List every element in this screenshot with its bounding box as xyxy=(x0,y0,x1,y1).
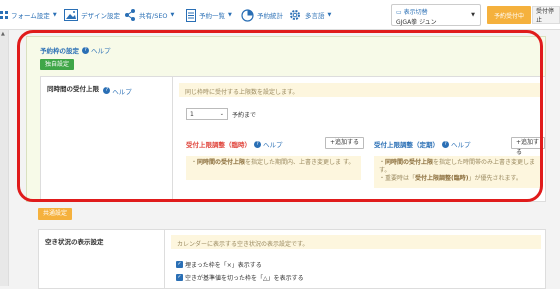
scrollbar[interactable]: ▲ xyxy=(0,30,9,286)
note-bold: 同時間の受付上限 xyxy=(197,159,246,166)
nav-label: 予約統計 xyxy=(257,12,283,20)
question-icon: ? xyxy=(82,46,89,54)
section-title: 予約枠の設定 ? ヘルプ xyxy=(40,45,111,55)
note2-rest: 」が優先されます。 xyxy=(468,175,522,182)
monitor-icon: ▭ xyxy=(396,9,402,16)
nav-label: デザイン設定 xyxy=(81,12,120,20)
nav-label: 共有/SEO xyxy=(139,12,168,20)
user-name: GJGA拳 ジュン xyxy=(396,19,437,26)
display-switch-label: 表示切替 xyxy=(403,9,428,16)
help-text: ヘルプ xyxy=(91,47,111,55)
share-icon xyxy=(124,9,136,21)
section-title-text: 予約枠の設定 xyxy=(40,47,79,55)
checkbox-checked-icon: ✓ xyxy=(176,261,183,268)
concurrent-limit-note: 同じ枠時に受付する上限数を設定します。 xyxy=(179,83,541,97)
select-suffix: 予約まで xyxy=(232,112,257,119)
select-value: 1 xyxy=(190,111,194,118)
main-content: 予約枠の設定 ? ヘルプ 独自設定 同時間の受付上限 ? ヘルプ 同じ枠時に受付… xyxy=(26,30,560,289)
note-rest: を指定した期間内、上書き変更しま す。 xyxy=(245,159,355,166)
availability-display-row: 空き状況の表示設定 カレンダーに表示する空き状況の表示設定です。 ✓ 埋まった枠… xyxy=(38,229,546,289)
note2-bold: 受付上限調整(臨時) xyxy=(415,175,469,182)
availability-label: 空き状況の表示設定 xyxy=(45,238,104,246)
help-link[interactable]: ? ヘルプ xyxy=(254,139,283,149)
nav-label: 多言語 xyxy=(305,12,325,20)
add-temp-adjustment-button[interactable]: +追加する xyxy=(325,137,365,149)
temp-adjustment-title-text: 受付上限調整（臨時） xyxy=(186,141,251,149)
help-text: ヘルプ xyxy=(451,141,471,149)
temp-adjustment-title: 受付上限調整（臨時） ? ヘルプ xyxy=(186,139,283,149)
chevron-down-icon: ▼ xyxy=(471,12,475,18)
pie-chart-icon xyxy=(241,8,254,22)
chevron-down-icon: ⌄ xyxy=(219,111,224,117)
document-icon xyxy=(186,8,196,22)
help-link[interactable]: ? ヘルプ xyxy=(82,45,111,55)
checkbox-filled-slots[interactable]: ✓ 埋まった枠を「×」表示する xyxy=(176,260,262,269)
nav-form-settings[interactable]: フォーム設定 ▼ xyxy=(0,6,57,24)
image-icon xyxy=(64,9,78,21)
add-regular-adjustment-button[interactable]: +追加する xyxy=(511,137,545,156)
chevron-down-icon: ▼ xyxy=(170,12,175,18)
chevron-down-icon: ▼ xyxy=(228,12,232,18)
question-icon: ? xyxy=(442,140,449,148)
note2-prefix: ・重要時は「 xyxy=(379,175,416,182)
concurrent-limit-row: 同時間の受付上限 ? ヘルプ 同じ枠時に受付する上限数を設定します。 1 ⌄ 予… xyxy=(40,76,546,202)
gear-icon xyxy=(288,8,302,22)
display-switch-dropdown[interactable]: ▭ 表示切替 GJGA拳 ジュン ▼ xyxy=(391,4,481,26)
accepting-reservations-button[interactable]: 予約受付中 xyxy=(487,6,531,24)
availability-label-cell: 空き状況の表示設定 xyxy=(39,230,165,288)
common-settings-button[interactable]: 共通設定 xyxy=(38,208,73,220)
checkbox-label: 空きが基準値を切った枠を「△」を表示する xyxy=(185,275,304,282)
nav-reservation-list[interactable]: 予約一覧 ▼ xyxy=(186,6,232,24)
question-icon: ? xyxy=(254,140,261,148)
nav-multilingual[interactable]: 多言語 ▼ xyxy=(288,6,331,24)
help-text: ヘルプ xyxy=(263,141,283,149)
nav-label: フォーム設定 xyxy=(11,12,50,20)
temp-adjustment-note: ・同時間の受付上限を指定した期間内、上書き変更しま す。 xyxy=(186,156,361,180)
top-navigation-bar: フォーム設定 ▼ デザイン設定 共有/SEO ▼ 予約一覧 ▼ 予約統計 多言語… xyxy=(0,0,560,30)
stop-accepting-button[interactable]: 受付停止 xyxy=(532,6,560,24)
checkbox-low-availability[interactable]: ✓ 空きが基準値を切った枠を「△」を表示する xyxy=(176,273,304,282)
nav-label: 予約一覧 xyxy=(199,12,225,20)
concurrent-limit-label: 同時間の受付上限 xyxy=(47,85,99,93)
concurrent-limit-select[interactable]: 1 ⌄ xyxy=(186,108,228,120)
chevron-down-icon: ▼ xyxy=(52,12,57,18)
reservation-slot-panel: 予約枠の設定 ? ヘルプ 独自設定 同時間の受付上限 ? ヘルプ 同じ枠時に受付… xyxy=(26,36,546,202)
independent-settings-button[interactable]: 独自設定 xyxy=(40,59,75,70)
nav-reservation-stats[interactable]: 予約統計 xyxy=(241,6,283,24)
help-link[interactable]: ? ヘルプ xyxy=(103,86,132,96)
scroll-up-icon: ▲ xyxy=(1,31,5,37)
grid-icon xyxy=(0,11,8,19)
note-bold: 同時間の受付上限 xyxy=(385,159,434,166)
availability-note: カレンダーに表示する空き状況の表示設定です。 xyxy=(171,235,541,249)
regular-adjustment-title-text: 受付上限調整（定期） xyxy=(374,141,439,149)
nav-design-settings[interactable]: デザイン設定 xyxy=(64,6,120,24)
help-link[interactable]: ? ヘルプ xyxy=(442,139,471,149)
regular-adjustment-title: 受付上限調整（定期） ? ヘルプ xyxy=(374,139,471,149)
checkbox-checked-icon: ✓ xyxy=(176,274,183,281)
regular-adjustment-note: ・同時間の受付上限を指定した時間帯のみ上書き変更しま す。 ・重要時は「受付上限… xyxy=(374,156,542,188)
checkbox-label: 埋まった枠を「×」表示する xyxy=(185,262,262,269)
concurrent-limit-label-cell: 同時間の受付上限 ? ヘルプ xyxy=(41,77,173,201)
help-text: ヘルプ xyxy=(112,87,132,96)
chevron-down-icon: ▼ xyxy=(327,12,332,18)
question-icon: ? xyxy=(103,87,111,94)
nav-share-seo[interactable]: 共有/SEO ▼ xyxy=(124,6,174,24)
